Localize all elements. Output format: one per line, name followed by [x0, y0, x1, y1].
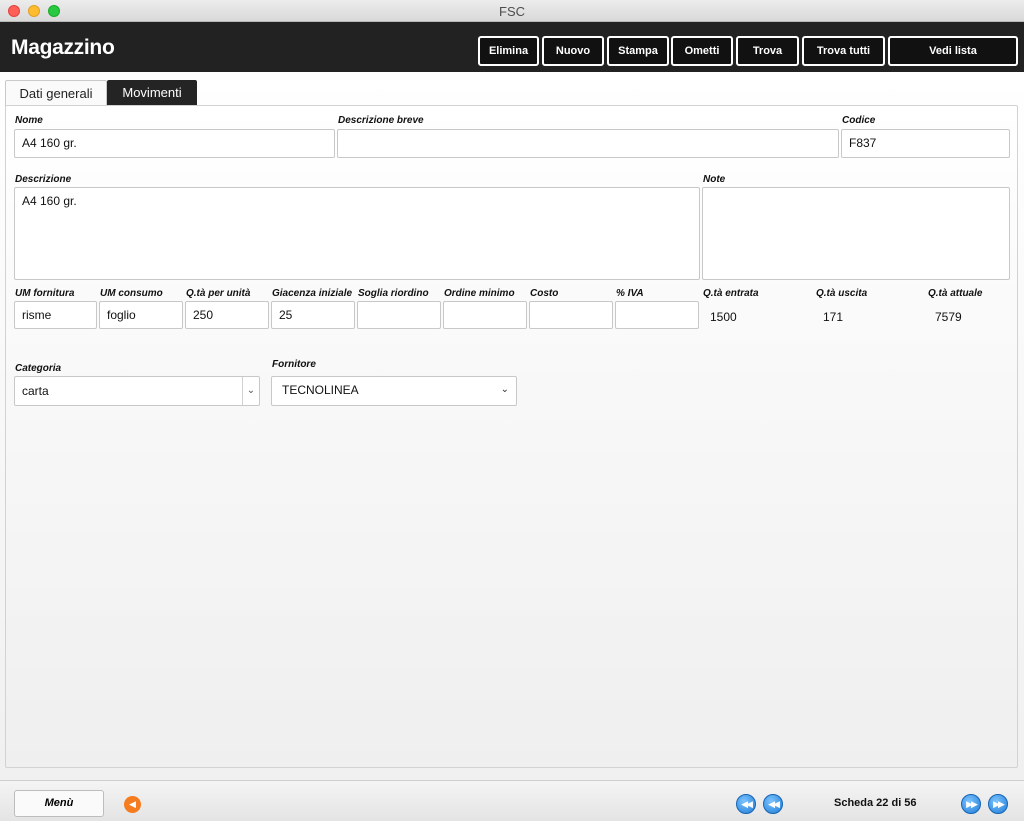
codice-label: Codice: [842, 115, 876, 126]
tab-dati-generali[interactable]: Dati generali: [5, 80, 107, 106]
page-title: Magazzino: [11, 36, 115, 59]
record-counter: Scheda 22 di 56: [834, 797, 917, 809]
um-consumo-label: UM consumo: [100, 288, 163, 299]
vedi-lista-button[interactable]: Vedi lista: [888, 36, 1018, 66]
previous-record-icon[interactable]: ◀◀: [763, 794, 783, 814]
costo-label: Costo: [530, 288, 559, 299]
qta-attuale-label: Q.tà attuale: [928, 288, 983, 299]
window-title: FSC: [499, 4, 525, 19]
menu-button[interactable]: Menù: [14, 790, 104, 817]
tab-movimenti[interactable]: Movimenti: [107, 80, 197, 106]
codice-field[interactable]: F837: [841, 129, 1010, 158]
form-panel: Nome A4 160 gr. Descrizione breve Codice…: [5, 105, 1018, 768]
qta-entrata-value: 1500: [710, 310, 737, 324]
categoria-value: carta: [22, 384, 49, 398]
giacenza-iniziale-field[interactable]: 25: [271, 301, 355, 329]
um-consumo-field[interactable]: foglio: [99, 301, 183, 329]
descrizione-breve-field[interactable]: [337, 129, 839, 158]
um-fornitura-label: UM fornitura: [15, 288, 75, 299]
app-header: Magazzino Elimina Nuovo Stampa Ometti Tr…: [0, 22, 1024, 72]
descrizione-field[interactable]: A4 160 gr.: [14, 187, 700, 280]
fornitore-value: TECNOLINEA: [282, 383, 359, 397]
iva-field[interactable]: [615, 301, 699, 329]
qta-attuale-value: 7579: [935, 310, 962, 324]
ordine-minimo-field[interactable]: [443, 301, 527, 329]
trova-tutti-button[interactable]: Trova tutti: [802, 36, 885, 66]
categoria-combobox[interactable]: carta ⌄: [14, 376, 260, 406]
footer-bar: Menù ◀ ◀◀ ◀◀ Scheda 22 di 56 ▶▶ ▶▶: [0, 780, 1024, 821]
first-record-icon[interactable]: ◀◀: [736, 794, 756, 814]
nuovo-button[interactable]: Nuovo: [542, 36, 604, 66]
soglia-riordino-label: Soglia riordino: [358, 288, 429, 299]
trova-button[interactable]: Trova: [736, 36, 799, 66]
last-record-icon[interactable]: ▶▶: [988, 794, 1008, 814]
descrizione-breve-label: Descrizione breve: [338, 115, 424, 126]
giacenza-iniziale-label: Giacenza iniziale: [272, 288, 353, 299]
um-fornitura-field[interactable]: risme: [14, 301, 97, 329]
qta-uscita-label: Q.tà uscita: [816, 288, 868, 299]
note-label: Note: [703, 174, 726, 185]
qta-entrata-label: Q.tà entrata: [703, 288, 759, 299]
iva-label: % IVA: [616, 288, 644, 299]
fornitore-select[interactable]: TECNOLINEA ⌄: [271, 376, 517, 406]
descrizione-label: Descrizione: [15, 174, 72, 185]
soglia-riordino-field[interactable]: [357, 301, 441, 329]
qta-uscita-value: 171: [823, 310, 844, 324]
qta-per-unita-label: Q.tà per unità: [186, 288, 251, 299]
window-titlebar: FSC: [0, 0, 1024, 22]
main-content: Dati generali Movimenti Nome A4 160 gr. …: [0, 72, 1024, 780]
elimina-button[interactable]: Elimina: [478, 36, 539, 66]
nome-label: Nome: [15, 115, 43, 126]
nome-field[interactable]: A4 160 gr.: [14, 129, 335, 158]
costo-field[interactable]: [529, 301, 613, 329]
note-field[interactable]: [702, 187, 1010, 280]
chevron-down-icon: ⌄: [500, 384, 509, 395]
chevron-down-icon[interactable]: ⌄: [242, 377, 259, 405]
stampa-button[interactable]: Stampa: [607, 36, 669, 66]
next-record-icon[interactable]: ▶▶: [961, 794, 981, 814]
categoria-label: Categoria: [15, 363, 62, 374]
ometti-button[interactable]: Ometti: [671, 36, 733, 66]
ordine-minimo-label: Ordine minimo: [444, 288, 515, 299]
qta-per-unita-field[interactable]: 250: [185, 301, 269, 329]
fornitore-label: Fornitore: [272, 359, 316, 370]
back-arrow-icon[interactable]: ◀: [124, 796, 141, 813]
